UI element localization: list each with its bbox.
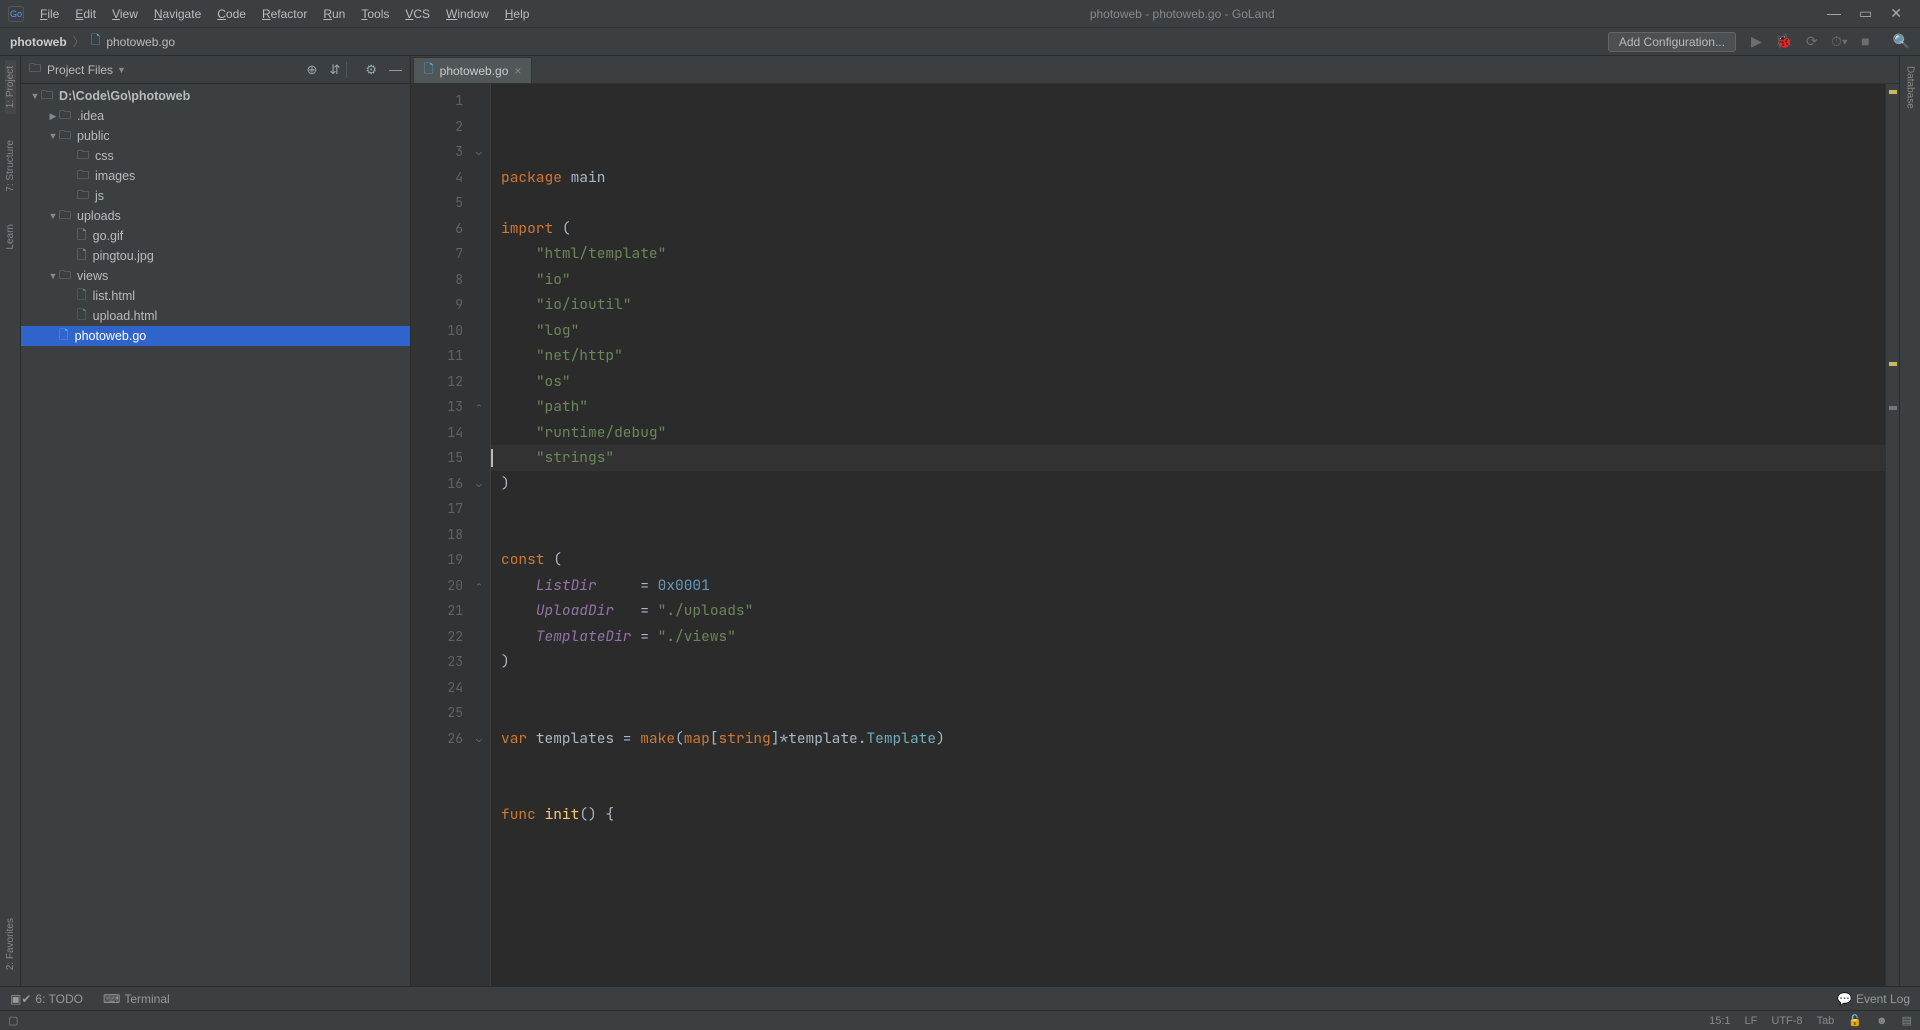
breadcrumb: photoweb 〉 🗋 photoweb.go — [10, 31, 175, 52]
caret-position[interactable]: 15:1 — [1709, 1015, 1730, 1027]
hide-icon[interactable]: — — [389, 62, 402, 77]
line-gutter[interactable]: 1234567891011121314151617181920212223242… — [411, 84, 473, 986]
go-file-icon: 🗋 — [91, 31, 101, 52]
tree-item[interactable]: ▼🗀views — [21, 266, 410, 286]
tool-database[interactable]: Database — [1905, 60, 1916, 115]
tree-item[interactable]: ▶🗀.idea — [21, 106, 410, 126]
tool-learn[interactable]: Learn — [5, 218, 16, 256]
menu-run[interactable]: Run — [315, 3, 353, 25]
tab-photoweb[interactable]: 🗋 photoweb.go × — [413, 57, 532, 83]
tree-item[interactable]: 🗋list.html — [21, 286, 410, 306]
menu-view[interactable]: View — [104, 3, 146, 25]
menu-window[interactable]: Window — [438, 3, 497, 25]
tree-item[interactable]: 🗀images — [21, 166, 410, 186]
select-opened-icon[interactable]: ⊕ — [307, 62, 318, 78]
terminal-tool[interactable]: ⌨Terminal — [103, 992, 170, 1006]
overview-ruler[interactable] — [1885, 84, 1899, 986]
menu-file[interactable]: File — [32, 3, 67, 25]
close-tab-icon[interactable]: × — [514, 64, 521, 78]
tree-item[interactable]: ▼🗀public — [21, 126, 410, 146]
tree-item[interactable]: ▼🗀D:\Code\Go\photoweb — [21, 86, 410, 106]
add-configuration-button[interactable]: Add Configuration... — [1608, 32, 1736, 52]
status-icon[interactable]: ▢ — [8, 1014, 18, 1027]
tree-item[interactable]: 🗀js — [21, 186, 410, 206]
menu-edit[interactable]: Edit — [67, 3, 104, 25]
tool-project[interactable]: 1: Project — [5, 60, 16, 114]
tab-label: photoweb.go — [440, 64, 509, 78]
close-button[interactable]: ✕ — [1890, 5, 1902, 22]
menu-code[interactable]: Code — [209, 3, 254, 25]
tree-item[interactable]: ▼🗀uploads — [21, 206, 410, 226]
dropdown-icon[interactable]: ▼ — [117, 65, 126, 75]
tool-window-button[interactable]: ▣ — [10, 992, 21, 1006]
run-icon[interactable]: ▶ — [1751, 33, 1762, 49]
breadcrumb-file[interactable]: photoweb.go — [106, 35, 175, 49]
app-icon: Go — [8, 6, 24, 22]
mem-icon[interactable]: ▤ — [1902, 1014, 1912, 1027]
minimize-button[interactable]: — — [1827, 5, 1841, 22]
inspection-icon[interactable]: ☻ — [1876, 1015, 1888, 1027]
stop-icon[interactable]: ■ — [1861, 33, 1869, 49]
indent[interactable]: Tab — [1817, 1015, 1835, 1027]
lock-icon[interactable]: 🔓 — [1848, 1014, 1862, 1027]
main-menu: FileEditViewNavigateCodeRefactorRunTools… — [32, 3, 537, 25]
tree-item[interactable]: 🗀css — [21, 146, 410, 166]
maximize-button[interactable]: ▭ — [1859, 5, 1872, 22]
tool-structure[interactable]: 7: Structure — [5, 134, 16, 198]
menu-tools[interactable]: Tools — [353, 3, 397, 25]
fold-gutter[interactable]: ⌄⌃⌄⌃⌄ — [473, 84, 491, 986]
expand-all-icon[interactable]: ⇵ — [329, 62, 340, 78]
breadcrumb-root[interactable]: photoweb — [10, 35, 67, 49]
profile-icon[interactable]: ⏱▾ — [1831, 33, 1848, 49]
go-file-icon: 🗋 — [424, 60, 434, 81]
tree-item[interactable]: 🗋photoweb.go — [21, 326, 410, 346]
window-title: photoweb - photoweb.go - GoLand — [537, 7, 1827, 21]
tool-favorites[interactable]: 2: Favorites — [5, 912, 16, 976]
menu-vcs[interactable]: VCS — [397, 3, 438, 25]
code-editor[interactable]: package main import ( "html/template" "i… — [491, 84, 1885, 986]
tree-item[interactable]: 🗋pingtou.jpg — [21, 246, 410, 266]
debug-icon[interactable]: 🐞 — [1775, 33, 1792, 49]
coverage-icon[interactable]: ⟳ — [1806, 33, 1818, 49]
folder-icon: 🗀 — [29, 59, 41, 80]
run-toolbar: ▶ 🐞 ⟳ ⏱▾ ■ — [1746, 33, 1875, 50]
todo-tool[interactable]: ✔6: TODO — [21, 992, 83, 1006]
menu-refactor[interactable]: Refactor — [254, 3, 315, 25]
event-log[interactable]: 💬Event Log — [1837, 992, 1910, 1006]
tree-item[interactable]: 🗋upload.html — [21, 306, 410, 326]
project-tree[interactable]: ▼🗀D:\Code\Go\photoweb▶🗀.idea▼🗀public🗀css… — [21, 84, 410, 986]
menu-navigate[interactable]: Navigate — [146, 3, 209, 25]
search-icon[interactable]: 🔍 — [1893, 33, 1910, 50]
encoding[interactable]: UTF-8 — [1771, 1015, 1802, 1027]
project-dropdown-label[interactable]: Project Files — [47, 63, 113, 77]
menu-help[interactable]: Help — [497, 3, 538, 25]
line-ending[interactable]: LF — [1745, 1015, 1758, 1027]
settings-icon[interactable]: ⚙ — [365, 62, 377, 78]
tree-item[interactable]: 🗋go.gif — [21, 226, 410, 246]
